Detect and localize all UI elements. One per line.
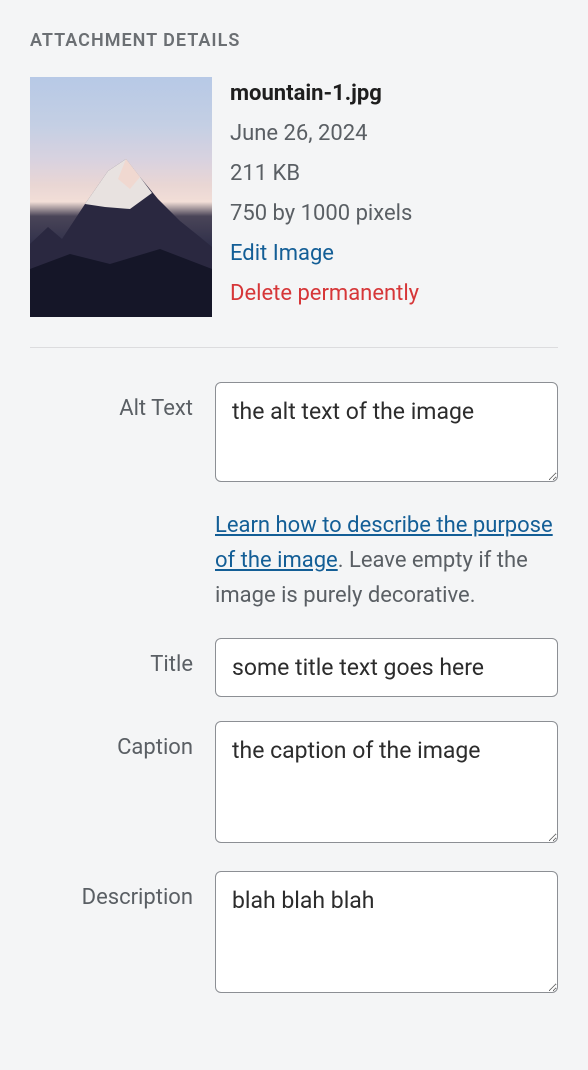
attachment-details: mountain-1.jpg June 26, 2024 211 KB 750 … bbox=[230, 77, 419, 317]
field-row-title: Title bbox=[30, 638, 558, 698]
attachment-dimensions: 750 by 1000 pixels bbox=[230, 197, 419, 231]
field-row-description: Description blah blah blah bbox=[30, 871, 558, 997]
panel-title: ATTACHMENT DETAILS bbox=[30, 30, 558, 51]
attachment-filesize: 211 KB bbox=[230, 157, 419, 191]
edit-image-link[interactable]: Edit Image bbox=[230, 237, 334, 271]
title-input[interactable] bbox=[215, 638, 558, 698]
attachment-date: June 26, 2024 bbox=[230, 117, 419, 151]
attachment-filename: mountain-1.jpg bbox=[230, 77, 419, 111]
caption-input[interactable]: the caption of the image bbox=[215, 721, 558, 843]
description-label: Description bbox=[30, 871, 215, 910]
attachment-info: mountain-1.jpg June 26, 2024 211 KB 750 … bbox=[30, 77, 558, 317]
delete-permanently-link[interactable]: Delete permanently bbox=[230, 277, 419, 311]
attachment-thumbnail[interactable] bbox=[30, 77, 212, 317]
field-row-alt-text: Alt Text the alt text of the image Learn… bbox=[30, 382, 558, 614]
caption-label: Caption bbox=[30, 721, 215, 760]
alt-text-label: Alt Text bbox=[30, 382, 215, 421]
description-input[interactable]: blah blah blah bbox=[215, 871, 558, 993]
alt-text-help: Learn how to describe the purpose of the… bbox=[215, 508, 558, 614]
title-label: Title bbox=[30, 638, 215, 677]
divider bbox=[30, 347, 558, 348]
alt-text-input[interactable]: the alt text of the image bbox=[215, 382, 558, 482]
field-row-caption: Caption the caption of the image bbox=[30, 721, 558, 847]
